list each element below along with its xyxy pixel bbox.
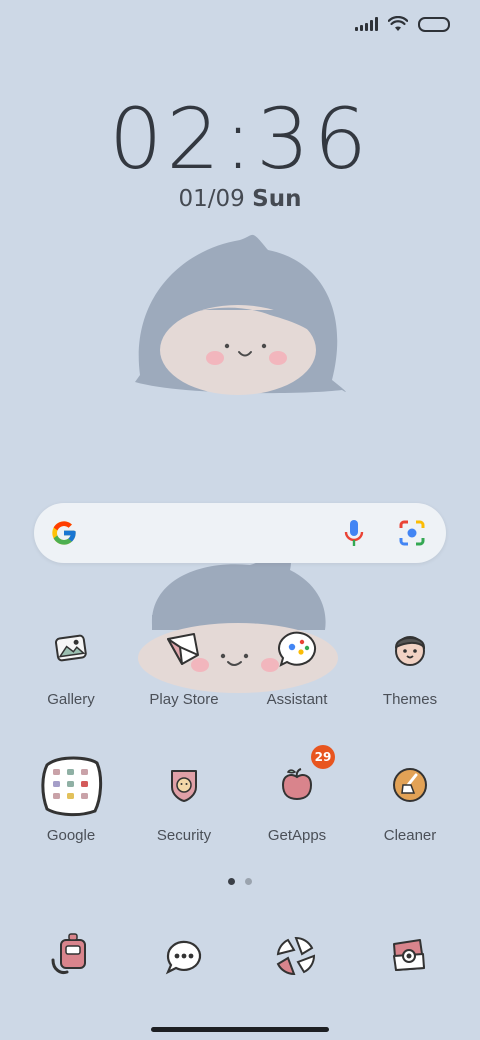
- page-dot-active: [228, 878, 235, 885]
- status-bar: [355, 16, 450, 32]
- app-assistant[interactable]: Assistant: [241, 617, 353, 708]
- battery-icon: [418, 16, 450, 32]
- security-icon: [152, 753, 216, 817]
- app-label: Google: [46, 827, 96, 844]
- getapps-icon: 29: [265, 745, 335, 817]
- assistant-icon: [265, 617, 329, 681]
- app-label: Assistant: [266, 691, 328, 708]
- messages-icon[interactable]: [152, 924, 216, 988]
- themes-icon: [378, 617, 442, 681]
- camera-lens-icon[interactable]: [398, 519, 426, 547]
- mic-icon[interactable]: [342, 519, 366, 547]
- gallery-icon: [39, 617, 103, 681]
- play-store-icon: [152, 617, 216, 681]
- app-label: Security: [156, 827, 212, 844]
- app-security[interactable]: Security: [128, 753, 240, 844]
- google-search-bar[interactable]: [34, 503, 446, 563]
- clock-time[interactable]: 02:36: [0, 90, 480, 188]
- cleaner-icon: [378, 753, 442, 817]
- notification-badge: 29: [311, 745, 335, 769]
- app-label: GetApps: [267, 827, 327, 844]
- google-folder-icon: [39, 753, 103, 817]
- app-google-folder[interactable]: Google: [15, 753, 127, 844]
- browser-icon[interactable]: [264, 924, 328, 988]
- signal-icon: [355, 17, 378, 31]
- date-text: 01/09: [178, 186, 245, 212]
- app-play-store[interactable]: Play Store: [128, 617, 240, 708]
- phone-robot-icon[interactable]: [39, 924, 103, 988]
- app-gallery[interactable]: Gallery: [15, 617, 127, 708]
- app-themes[interactable]: Themes: [354, 617, 466, 708]
- home-indicator-bar[interactable]: [151, 1027, 329, 1032]
- app-label: Themes: [382, 691, 438, 708]
- page-indicator[interactable]: [228, 878, 252, 885]
- app-label: Cleaner: [383, 827, 437, 844]
- app-label: Play Store: [149, 691, 219, 708]
- page-dot: [245, 878, 252, 885]
- app-getapps[interactable]: 29 GetApps: [241, 745, 353, 844]
- app-cleaner[interactable]: Cleaner: [354, 753, 466, 844]
- clock-date[interactable]: 01/09 Sun: [0, 186, 480, 212]
- google-g-icon: [52, 521, 76, 545]
- wifi-icon: [388, 16, 408, 31]
- app-label: Gallery: [47, 691, 95, 708]
- camera-icon[interactable]: [376, 924, 440, 988]
- day-text: Sun: [252, 186, 302, 212]
